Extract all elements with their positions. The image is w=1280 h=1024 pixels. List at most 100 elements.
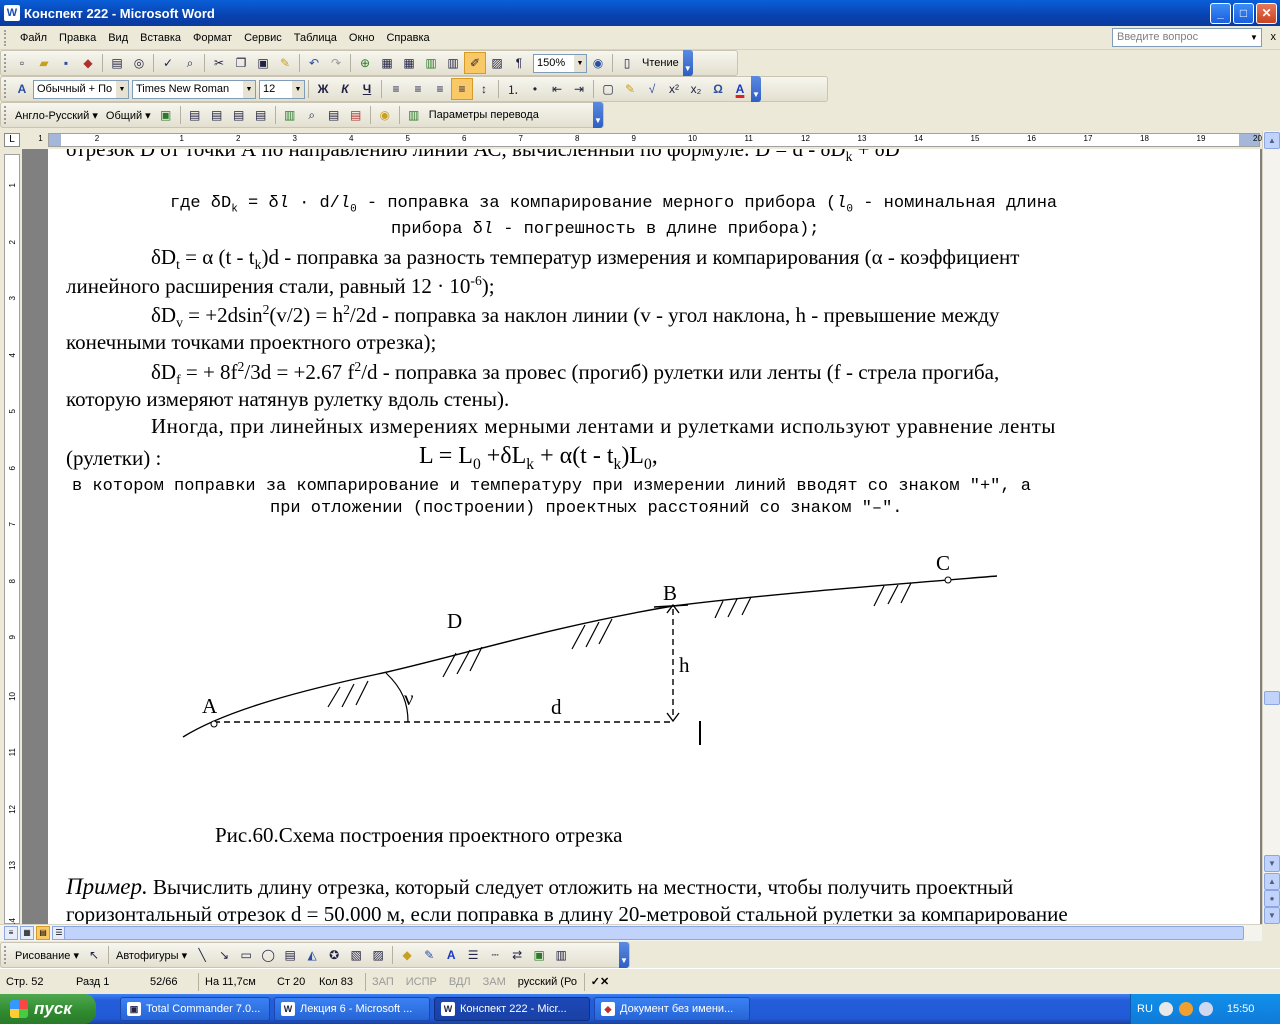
print-icon[interactable]: ▤ [106, 52, 128, 74]
normal-view-icon[interactable]: ≡ [4, 926, 18, 940]
dictionary-book-icon[interactable]: ▥ [279, 104, 301, 126]
network-icon[interactable] [1158, 1002, 1173, 1016]
oval-tool-icon[interactable]: ◯ [257, 944, 279, 966]
toolbar-options-icon[interactable]: ▼ [619, 942, 629, 968]
task-konspekt-222[interactable]: W Конспект 222 - Micr... [434, 997, 590, 1021]
chevron-down-icon[interactable]: ▼ [1247, 29, 1261, 46]
status-extend[interactable]: ВДЛ [443, 976, 477, 988]
tab-selector-icon[interactable]: L [4, 133, 20, 147]
status-record-macro[interactable]: ЗАП [366, 976, 400, 988]
translate-icon[interactable]: ▣ [155, 104, 177, 126]
volume-icon[interactable] [1198, 1002, 1213, 1016]
status-overtype[interactable]: ЗАМ [477, 976, 512, 988]
vertical-scrollbar[interactable]: ▲ ▼ ▲ ● ▼ [1262, 131, 1280, 924]
copy-icon[interactable]: ❐ [230, 52, 252, 74]
task-lecture-6[interactable]: W Лекция 6 - Microsoft ... [274, 997, 430, 1021]
subscript-icon[interactable]: x₂ [685, 78, 707, 100]
spelling-icon[interactable]: ✓ [157, 52, 179, 74]
align-right-icon[interactable]: ≡ [429, 78, 451, 100]
translate-doc-icon[interactable]: ▤ [184, 104, 206, 126]
bold-button[interactable]: Ж [312, 78, 334, 100]
chevron-down-icon[interactable]: ▼ [116, 80, 128, 98]
font-select[interactable]: Times New Roman ▼ [132, 79, 256, 99]
menu-help[interactable]: Справка [380, 30, 435, 46]
menu-view[interactable]: Вид [102, 30, 134, 46]
insert-table-icon[interactable]: ▦ [398, 52, 420, 74]
equation-icon[interactable]: √ [641, 78, 663, 100]
hyperlink-icon[interactable]: ⊕ [354, 52, 376, 74]
italic-button[interactable]: К [334, 78, 356, 100]
tables-borders-icon[interactable]: ▦ [376, 52, 398, 74]
line-spacing-icon[interactable]: ↕ [473, 78, 495, 100]
horizontal-ruler[interactable]: 1 2 1 2 3 4 5 6 7 8 9 10 11 12 13 14 15 16 17 18 19 20 [38, 133, 1262, 147]
line-tool-icon[interactable]: ╲ [191, 944, 213, 966]
menu-format[interactable]: Формат [187, 30, 238, 46]
research-icon[interactable]: ⌕ [179, 52, 201, 74]
scroll-down-icon[interactable]: ▼ [1264, 855, 1280, 872]
translate-selection-icon[interactable]: ▤ [206, 104, 228, 126]
web-view-icon[interactable]: ▦ [20, 926, 34, 940]
office-assistant-icon[interactable]: ◉ [587, 52, 609, 74]
permission-icon[interactable]: ◆ [77, 52, 99, 74]
toolbar-grip[interactable] [4, 946, 8, 964]
translation-params-button[interactable]: Параметры перевода [425, 109, 543, 121]
drawing-icon[interactable]: ✐ [464, 52, 486, 74]
superscript-icon[interactable]: x² [663, 78, 685, 100]
chevron-down-icon[interactable]: ▼ [243, 80, 255, 98]
borders-icon[interactable]: ▢ [597, 78, 619, 100]
horizontal-scroll-thumb[interactable] [64, 926, 1244, 940]
doc-close-icon[interactable]: x [1271, 31, 1277, 43]
save-icon[interactable]: ▪ [55, 52, 77, 74]
translate-word-icon[interactable]: ▤ [228, 104, 250, 126]
clipart-icon[interactable]: ▧ [345, 944, 367, 966]
styles-icon[interactable]: A [11, 78, 33, 100]
browse-object-icon[interactable]: ● [1264, 890, 1280, 907]
bullets-icon[interactable]: • [524, 78, 546, 100]
arrow-style-icon[interactable]: ⇄ [506, 944, 528, 966]
chevron-down-icon[interactable]: ▼ [574, 54, 586, 72]
autoshapes-menu-button[interactable]: Автофигуры ▾ [112, 949, 191, 962]
font-color-icon[interactable]: A [729, 78, 751, 100]
paste-icon[interactable]: ▣ [252, 52, 274, 74]
toolbar-options-icon[interactable]: ▼ [593, 102, 603, 128]
line-style-icon[interactable]: ☰ [462, 944, 484, 966]
highlight-icon[interactable]: ✎ [619, 78, 641, 100]
close-button[interactable]: ✕ [1256, 3, 1277, 24]
clock[interactable]: 15:50 [1227, 1003, 1255, 1015]
wordart-icon[interactable]: ◭ [301, 944, 323, 966]
toolbar-grip[interactable] [4, 54, 8, 72]
translate-clipboard-icon[interactable]: ▤ [250, 104, 272, 126]
zoom-select[interactable]: 150% ▼ [533, 53, 587, 73]
status-track-changes[interactable]: ИСПР [400, 976, 443, 988]
document-page[interactable]: отрезок D от точки А по направлению лини… [48, 149, 1260, 924]
align-center-icon[interactable]: ≡ [407, 78, 429, 100]
justify-icon[interactable]: ≡ [451, 78, 473, 100]
fill-color-icon[interactable]: ◆ [396, 944, 418, 966]
menu-window[interactable]: Окно [343, 30, 381, 46]
picture-icon[interactable]: ▨ [367, 944, 389, 966]
omega-symbol-button[interactable]: Ω [707, 78, 729, 100]
redo-icon[interactable]: ↷ [325, 52, 347, 74]
toolbar-options-icon[interactable]: ▼ [682, 50, 693, 76]
underline-button[interactable]: Ч [356, 78, 378, 100]
word-app-icon[interactable]: W [4, 5, 20, 21]
toolbar-grip[interactable] [4, 80, 8, 98]
spelling-status-icon[interactable]: ✓✕ [585, 975, 615, 988]
rectangle-tool-icon[interactable]: ▭ [235, 944, 257, 966]
open-folder-icon[interactable]: ▰ [33, 52, 55, 74]
antivirus-icon[interactable] [1178, 1002, 1193, 1016]
document-map-icon[interactable]: ▨ [486, 52, 508, 74]
textbox-tool-icon[interactable]: ▤ [279, 944, 301, 966]
reading-layout-button[interactable]: Чтение [638, 57, 683, 69]
new-document-icon[interactable]: ▫ [11, 52, 33, 74]
horizontal-scrollbar[interactable]: ≡ ▦ ▤ ☰ [0, 924, 1262, 941]
menu-file[interactable]: Файл [14, 30, 53, 46]
menu-grip[interactable] [4, 29, 8, 46]
align-left-icon[interactable]: ≡ [385, 78, 407, 100]
translate-replace-icon[interactable]: ▤ [345, 104, 367, 126]
print-preview-icon[interactable]: ◎ [128, 52, 150, 74]
start-button[interactable]: пуск [0, 994, 96, 1024]
select-objects-icon[interactable]: ↖ [83, 944, 105, 966]
search-dictionary-icon[interactable]: ⌕ [301, 104, 323, 126]
font-size-select[interactable]: 12 ▼ [259, 79, 305, 99]
